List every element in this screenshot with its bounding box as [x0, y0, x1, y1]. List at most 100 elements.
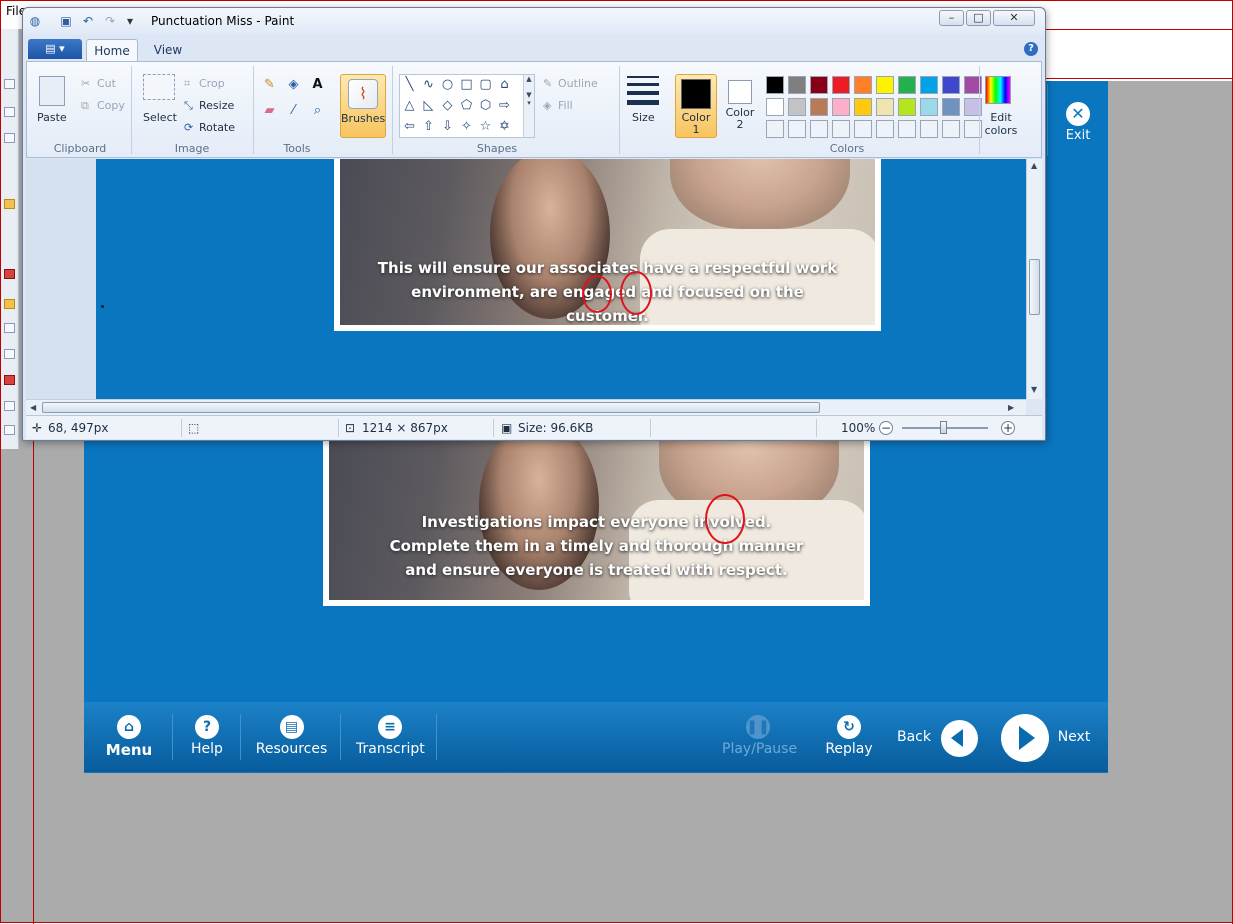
shapes-gallery-scroll[interactable]: ▲ ▼ ▾ [523, 75, 534, 137]
color-swatch[interactable] [810, 98, 828, 116]
next-button[interactable] [1001, 714, 1049, 762]
scroll-left-icon[interactable]: ◀ [30, 403, 36, 412]
vertical-scrollbar[interactable]: ▲ ▼ [1026, 159, 1042, 399]
redo-icon[interactable]: ↷ [103, 14, 117, 28]
magnifier-icon[interactable]: ⌕ [309, 102, 326, 119]
paste-icon[interactable] [39, 76, 65, 106]
title-bar[interactable]: ◍ ▣ ↶ ↷ ▾ Punctuation Miss - Paint – □ ✕ [23, 8, 1045, 35]
polygon-shape-icon[interactable]: ⌂ [496, 76, 513, 93]
select-button[interactable]: Select [143, 111, 177, 124]
customize-toolbar-icon[interactable]: ▾ [123, 14, 137, 28]
tab-home[interactable]: Home [86, 39, 138, 61]
custom-color-slot[interactable] [942, 120, 960, 138]
close-button[interactable]: ✕ [993, 10, 1035, 26]
four-point-star-icon[interactable]: ✧ [458, 118, 475, 135]
host-tool-icon[interactable] [4, 299, 15, 309]
help-icon[interactable]: ? [1024, 42, 1038, 56]
paste-button[interactable]: Paste [37, 111, 67, 124]
color-swatch[interactable] [854, 98, 872, 116]
tab-view[interactable]: View [144, 39, 192, 61]
custom-color-slot[interactable] [788, 120, 806, 138]
color-swatch[interactable] [942, 76, 960, 94]
horizontal-scroll-thumb[interactable] [42, 402, 820, 413]
rainbow-icon[interactable] [985, 76, 1011, 104]
color1-button[interactable]: Color 1 [675, 74, 717, 138]
eraser-icon[interactable]: ▰ [261, 102, 278, 119]
brushes-button[interactable]: ⌇ Brushes [340, 74, 386, 138]
menu-button[interactable]: ⌂ Menu [104, 702, 154, 772]
color-swatch[interactable] [920, 76, 938, 94]
curve-shape-icon[interactable]: ∿ [420, 76, 437, 93]
host-tool-icon[interactable] [4, 199, 15, 209]
host-tool-icon[interactable] [4, 425, 15, 435]
custom-color-slot[interactable] [766, 120, 784, 138]
replay-button[interactable]: ↻ Replay [824, 702, 874, 772]
transcript-button[interactable]: ≡ Transcript [356, 702, 425, 772]
zoom-slider-thumb[interactable] [940, 421, 947, 434]
size-icon[interactable] [627, 76, 659, 106]
diamond-shape-icon[interactable]: ◇ [439, 97, 456, 114]
rounded-rect-shape-icon[interactable]: ▢ [477, 76, 494, 93]
cut-button[interactable]: Cut [97, 77, 116, 90]
host-tool-icon[interactable] [4, 133, 15, 143]
arrow-left-shape-icon[interactable]: ⇦ [401, 118, 418, 135]
arrow-up-shape-icon[interactable]: ⇧ [420, 118, 437, 135]
color-swatch[interactable] [766, 98, 784, 116]
fill-bucket-icon[interactable]: ◈ [285, 76, 302, 93]
color-swatch[interactable] [766, 76, 784, 94]
triangle-shape-icon[interactable]: △ [401, 97, 418, 114]
arrow-right-shape-icon[interactable]: ⇨ [496, 97, 513, 114]
exit-button[interactable]: ✕ Exit [1047, 84, 1108, 156]
host-tool-icon[interactable] [4, 401, 15, 411]
maximize-button[interactable]: □ [966, 10, 991, 26]
size-button[interactable]: Size [632, 111, 655, 124]
custom-color-slot[interactable] [898, 120, 916, 138]
play-pause-button[interactable]: ❚❚ Play/Pause [722, 702, 797, 772]
host-tool-icon[interactable] [4, 107, 15, 117]
zoom-out-button[interactable]: − [879, 421, 893, 435]
custom-color-slot[interactable] [810, 120, 828, 138]
vertical-scroll-thumb[interactable] [1029, 259, 1040, 315]
host-tool-icon[interactable] [4, 349, 15, 359]
next-label[interactable]: Next [1054, 729, 1094, 745]
hexagon-shape-icon[interactable]: ⬡ [477, 97, 494, 114]
color-swatch[interactable] [788, 76, 806, 94]
select-icon[interactable] [143, 74, 175, 100]
text-tool-icon[interactable]: A [309, 76, 326, 93]
rotate-button[interactable]: Rotate [199, 121, 235, 134]
color-swatch[interactable] [920, 98, 938, 116]
six-point-star-icon[interactable]: ✡ [496, 118, 513, 135]
color-swatch[interactable] [942, 98, 960, 116]
five-point-star-icon[interactable]: ☆ [477, 118, 494, 135]
host-tool-icon[interactable] [4, 323, 15, 333]
scroll-up-icon[interactable]: ▲ [1031, 161, 1037, 170]
custom-color-slot[interactable] [876, 120, 894, 138]
copy-button[interactable]: Copy [97, 99, 125, 112]
custom-color-slot[interactable] [854, 120, 872, 138]
paint-app-icon[interactable]: ◍ [28, 14, 42, 28]
color-swatch[interactable] [810, 76, 828, 94]
color-swatch[interactable] [898, 98, 916, 116]
host-tool-icon[interactable] [4, 79, 15, 89]
fill-button[interactable]: Fill [558, 99, 573, 112]
color-swatch[interactable] [788, 98, 806, 116]
arrow-down-shape-icon[interactable]: ⇩ [439, 118, 456, 135]
edit-colors-button[interactable]: Edit colors [981, 111, 1021, 137]
oval-shape-icon[interactable]: ○ [439, 76, 456, 93]
scroll-down-icon[interactable]: ▼ [1031, 385, 1037, 394]
custom-color-slot[interactable] [832, 120, 850, 138]
outline-button[interactable]: Outline [558, 77, 598, 90]
scroll-right-icon[interactable]: ▶ [1008, 403, 1014, 412]
host-tool-icon[interactable] [4, 375, 15, 385]
right-triangle-shape-icon[interactable]: ◺ [420, 97, 437, 114]
save-icon[interactable]: ▣ [59, 14, 73, 28]
paint-menu-button[interactable]: ▤ ▾ [28, 39, 82, 59]
crop-button[interactable]: Crop [199, 77, 225, 90]
color2-button[interactable]: Color 2 [721, 74, 759, 138]
color-swatch[interactable] [854, 76, 872, 94]
zoom-in-button[interactable]: + [1001, 421, 1015, 435]
resources-button[interactable]: ▤ Resources [254, 702, 329, 772]
undo-icon[interactable]: ↶ [81, 14, 95, 28]
minimize-button[interactable]: – [939, 10, 964, 26]
color-swatch[interactable] [876, 98, 894, 116]
